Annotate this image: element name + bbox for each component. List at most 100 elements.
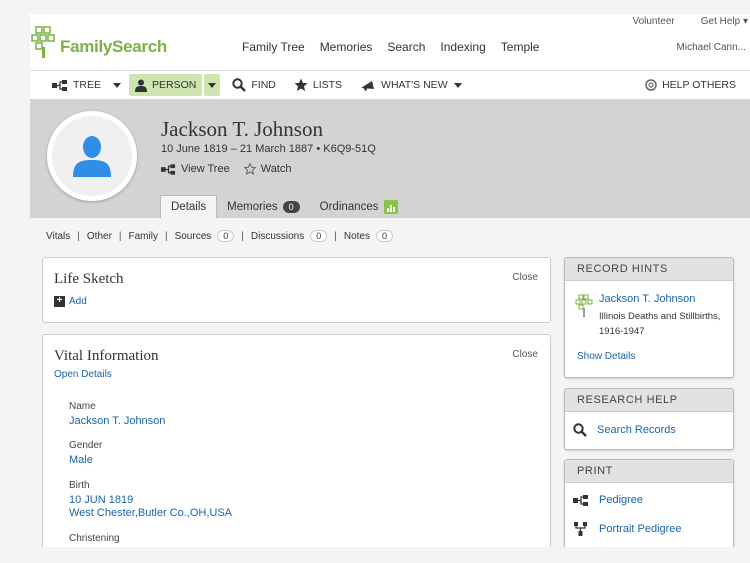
- tab-details[interactable]: Details: [160, 195, 218, 218]
- view-tree-label: View Tree: [181, 163, 230, 175]
- tab-memories-label: Memories: [227, 200, 278, 213]
- tab-memories[interactable]: Memories 0: [217, 195, 310, 218]
- get-help-link[interactable]: Get Help ▾: [701, 16, 748, 27]
- avatar-inner: [52, 116, 132, 196]
- life-sketch-title: Life Sketch: [54, 271, 124, 287]
- nav-family-tree[interactable]: Family Tree: [242, 40, 305, 54]
- user-menu[interactable]: Michael Cann...: [677, 42, 746, 53]
- hint-person-link[interactable]: Jackson T. Johnson: [599, 293, 695, 305]
- tree-logo-icon: [31, 26, 55, 58]
- memories-count-badge: 0: [282, 200, 300, 213]
- main-nav: Family Tree Memories Search Indexing Tem…: [242, 40, 554, 54]
- section-subnav: Vitals | Other | Family | Sources 0 | Di…: [46, 230, 394, 242]
- vital-information-close-button[interactable]: Close: [512, 349, 538, 360]
- subnav-discussions[interactable]: Discussions 0: [250, 230, 328, 242]
- notes-count-badge: 0: [376, 230, 394, 242]
- plus-icon: +: [54, 296, 65, 307]
- life-sketch-close-button[interactable]: Close: [512, 272, 538, 283]
- temple-ordinances-icon: [384, 199, 399, 214]
- pedigree-label: Pedigree: [599, 494, 644, 506]
- chevron-down-icon: [113, 82, 122, 88]
- print-title: PRINT: [565, 460, 733, 483]
- person-icon: [135, 79, 148, 92]
- lists-label: LISTS: [312, 79, 343, 91]
- volunteer-link[interactable]: Volunteer: [632, 16, 674, 27]
- pedigree-icon: [573, 494, 588, 506]
- subnav-vitals[interactable]: Vitals: [46, 231, 70, 242]
- help-others-button[interactable]: HELP OTHERS: [639, 71, 742, 99]
- subnav-discussions-label: Discussions: [250, 230, 305, 242]
- nav-memories[interactable]: Memories: [320, 40, 373, 54]
- avatar[interactable]: [47, 111, 137, 201]
- vital-information-card: Vital Information Close Open Details Nam…: [42, 334, 551, 563]
- print-portrait-pedigree-link[interactable]: Portrait Pedigree: [565, 515, 733, 543]
- nav-search[interactable]: Search: [387, 40, 425, 54]
- subnav-other[interactable]: Other: [87, 231, 112, 242]
- watch-label: Watch: [260, 163, 292, 175]
- tab-details-label: Details: [171, 201, 207, 213]
- add-label: Add: [69, 296, 87, 307]
- lifebuoy-icon: [645, 79, 657, 91]
- subnav-separator: |: [164, 230, 168, 242]
- find-button[interactable]: FIND: [226, 71, 282, 99]
- open-details-link[interactable]: Open Details: [54, 369, 112, 380]
- subnav-sources-label: Sources: [174, 230, 212, 242]
- vital-name-value[interactable]: Jackson T. Johnson: [69, 415, 165, 428]
- person-dropdown[interactable]: [204, 74, 221, 96]
- find-label: FIND: [251, 79, 276, 91]
- search-records-label: Search Records: [597, 424, 676, 436]
- vital-gender-field: Gender Male: [69, 440, 102, 467]
- star-outline-icon: [243, 163, 256, 175]
- subnav-family[interactable]: Family: [129, 231, 158, 242]
- subnav-notes-label: Notes: [343, 230, 370, 242]
- vital-birth-place[interactable]: West Chester,Butler Co.,OH,USA: [69, 507, 232, 520]
- subnav-sources[interactable]: Sources 0: [175, 230, 235, 242]
- nav-temple[interactable]: Temple: [501, 40, 540, 54]
- search-records-link[interactable]: Search Records: [565, 412, 733, 448]
- vital-gender-value[interactable]: Male: [69, 454, 102, 467]
- megaphone-icon: [361, 81, 375, 91]
- vital-birth-label: Birth: [69, 480, 90, 491]
- subnav-notes[interactable]: Notes 0: [343, 230, 394, 242]
- record-hints-panel: RECORD HINTS Jackson T. Johnson Illinois…: [564, 257, 734, 378]
- discussions-count-badge: 0: [310, 230, 328, 242]
- hint-collection-text: Illinois Deaths and Stillbirths, 1916-19…: [599, 311, 721, 337]
- logo-text: FamilySearch: [60, 37, 167, 56]
- familysearch-logo[interactable]: FamilySearch: [30, 24, 167, 60]
- chevron-down-icon: [208, 82, 217, 88]
- hint-tree-icon: [575, 294, 593, 323]
- person-actions: View Tree Watch: [161, 163, 305, 175]
- subnav-separator: |: [77, 230, 80, 242]
- life-sketch-add-button[interactable]: + Add: [54, 296, 87, 307]
- portrait-pedigree-icon: [574, 522, 587, 536]
- person-tabs: Details Memories 0 Ordinances: [160, 195, 408, 218]
- search-icon: [573, 423, 587, 437]
- view-tree-button[interactable]: View Tree: [161, 163, 230, 175]
- page: FamilySearch Family Tree Memories Search…: [0, 0, 750, 563]
- print-pedigree-link[interactable]: Pedigree: [565, 485, 733, 515]
- vital-name-label: Name: [69, 401, 96, 412]
- whats-new-button[interactable]: WHAT'S NEW: [354, 71, 468, 99]
- nav-indexing[interactable]: Indexing: [440, 40, 485, 54]
- tree-icon: [161, 163, 176, 175]
- male-avatar-icon: [73, 136, 111, 177]
- show-details-link[interactable]: Show Details: [577, 351, 635, 362]
- lists-button[interactable]: LISTS: [288, 71, 348, 99]
- person-dates-id: 10 June 1819 – 21 March 1887 • K6Q9-51Q: [161, 143, 376, 155]
- record-hints-title: RECORD HINTS: [565, 258, 733, 281]
- star-icon: [294, 78, 308, 91]
- tree-button[interactable]: TREE: [46, 71, 107, 99]
- vital-name-field: Name Jackson T. Johnson: [69, 401, 165, 428]
- watch-button[interactable]: Watch: [243, 163, 292, 175]
- person-banner: Jackson T. Johnson 10 June 1819 – 21 Mar…: [30, 99, 750, 218]
- subnav-separator: |: [241, 230, 244, 242]
- site-header: FamilySearch Family Tree Memories Search…: [30, 14, 750, 70]
- research-help-panel: RESEARCH HELP Search Records: [564, 388, 734, 450]
- vital-information-title: Vital Information: [54, 348, 159, 364]
- vital-birth-date[interactable]: 10 JUN 1819: [69, 494, 232, 507]
- tab-ordinances[interactable]: Ordinances: [310, 195, 409, 218]
- person-button[interactable]: PERSON: [129, 74, 203, 96]
- tree-dropdown[interactable]: [107, 71, 127, 99]
- research-help-title: RESEARCH HELP: [565, 389, 733, 412]
- vital-gender-label: Gender: [69, 440, 103, 451]
